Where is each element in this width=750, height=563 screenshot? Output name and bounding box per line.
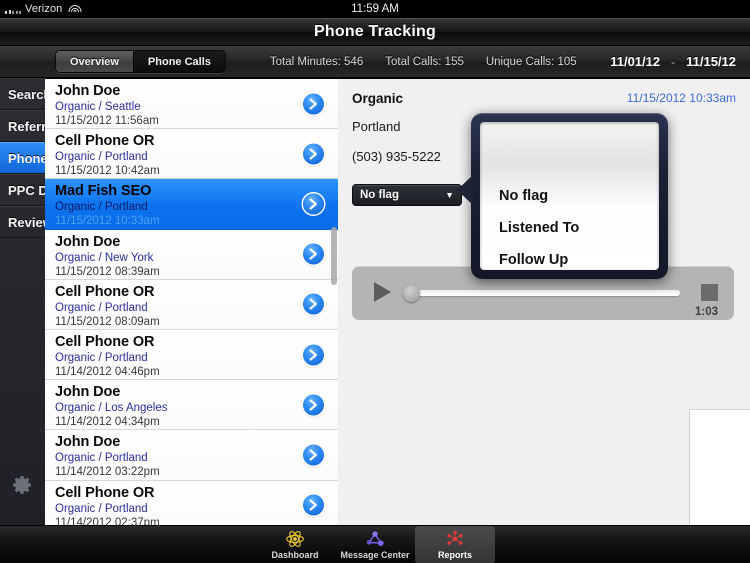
ipad-app-screen: Verizon 11:59 AM Phone Tracking Overview…	[0, 0, 750, 563]
flag-option-follow-up[interactable]: Follow Up	[499, 252, 568, 268]
call-caller-name: John Doe	[55, 384, 121, 401]
date-range-separator: -	[671, 54, 676, 69]
page-title: Phone Tracking	[314, 22, 436, 40]
list-item[interactable]: Cell Phone OR Organic / Portland 11/14/2…	[45, 480, 338, 526]
sidebar-item-search[interactable]: Search	[0, 78, 45, 110]
call-source-city: Organic / Portland	[55, 301, 148, 314]
tab-message-center[interactable]: Message Center	[335, 526, 415, 563]
audio-duration: 1:03	[694, 306, 718, 318]
sidebar-item-reviews[interactable]: Review	[0, 206, 45, 238]
chevron-right-circle-icon[interactable]	[303, 193, 324, 215]
chevron-right-circle-icon[interactable]	[303, 494, 324, 516]
view-segmented-control[interactable]: Overview Phone Calls	[55, 50, 226, 73]
flag-option-listened-to[interactable]: Listened To	[499, 220, 579, 236]
chevron-right-circle-icon[interactable]	[303, 344, 324, 366]
sidebar-item-ppc[interactable]: PPC D	[0, 174, 45, 206]
tab-overview[interactable]: Overview	[56, 51, 134, 72]
tab-dashboard-label: Dashboard	[271, 550, 319, 560]
stop-icon[interactable]	[701, 284, 718, 301]
call-timestamp: 11/14/2012 02:37pm	[55, 516, 160, 526]
list-scrollbar[interactable]	[331, 227, 337, 285]
nav-bar: Phone Tracking	[0, 18, 750, 46]
nodes-purple-icon	[365, 529, 385, 549]
call-caller-name: John Doe	[55, 434, 121, 451]
chevron-right-circle-icon[interactable]	[303, 394, 324, 416]
call-caller-name: Cell Phone OR	[55, 283, 155, 300]
call-source-city: Organic / Portland	[55, 502, 148, 515]
playback-slider-track[interactable]	[407, 290, 680, 296]
tab-reports-label: Reports	[437, 550, 472, 560]
detail-timestamp: 11/15/2012 10:33am	[626, 91, 736, 105]
tab-dashboard[interactable]: Dashboard	[255, 526, 335, 563]
popover-arrow	[457, 175, 473, 205]
status-bar-clock: 11:59 AM	[351, 3, 399, 15]
sidebar-item-referrers[interactable]: Referr	[0, 110, 45, 142]
flag-options-popover[interactable]: No flag Listened To Follow Up	[457, 113, 668, 279]
call-timestamp: 11/14/2012 03:22pm	[55, 466, 160, 479]
stat-total-calls: Total Calls: 155	[385, 55, 464, 68]
call-caller-name: John Doe	[55, 83, 121, 99]
stat-unique-calls: Unique Calls: 105	[485, 55, 577, 68]
list-item[interactable]: Cell Phone OR Organic / Portland 11/15/2…	[45, 279, 338, 330]
call-source-city: Organic / Seattle	[55, 101, 141, 113]
list-item[interactable]: Cell Phone OR Organic / Portland 11/15/2…	[45, 129, 338, 180]
list-item[interactable]: John Doe Organic / Seattle 11/15/2012 11…	[45, 79, 338, 130]
call-timestamp: 11/14/2012 04:34pm	[55, 416, 160, 429]
chevron-right-circle-icon[interactable]	[303, 444, 324, 466]
tab-message-center-label: Message Center	[340, 550, 410, 560]
call-source-city: Organic / Portland	[55, 351, 148, 364]
call-source-city: Organic / New York	[55, 251, 154, 264]
tab-reports[interactable]: Reports	[415, 525, 495, 563]
popover-content: No flag Listened To Follow Up	[480, 122, 659, 270]
call-caller-name: Mad Fish SEO	[55, 183, 152, 200]
tab-bar: Dashboard Message Center Reports	[0, 525, 750, 563]
call-caller-name: Cell Phone OR	[55, 333, 155, 350]
chevron-right-circle-icon[interactable]	[303, 243, 324, 265]
call-timestamp: 11/15/2012 08:39am	[55, 265, 160, 278]
call-source-city: Organic / Portland	[55, 452, 148, 465]
playback-slider-knob[interactable]	[403, 285, 420, 302]
atom-red-icon	[445, 529, 465, 549]
list-item[interactable]: John Doe Organic / New York 11/15/2012 0…	[45, 229, 338, 280]
tab-phone-calls[interactable]: Phone Calls	[133, 51, 225, 72]
call-timestamp: 11/15/2012 10:42am	[55, 165, 160, 178]
summary-stats: Total Minutes: 546 Total Calls: 155 Uniq…	[270, 56, 577, 68]
call-caller-name: Cell Phone OR	[55, 133, 155, 150]
flag-option-no-flag[interactable]: No flag	[499, 188, 548, 204]
sidebar: Search Referr Phone PPC D Review	[0, 78, 45, 525]
call-source-city: Organic / Portland	[55, 151, 148, 164]
call-timestamp: 11/15/2012 08:09am	[55, 315, 160, 328]
chevron-down-icon: ▼	[445, 190, 454, 200]
date-range-picker[interactable]: 11/01/12 - 11/15/12	[610, 54, 736, 69]
stat-total-minutes: Total Minutes: 546	[269, 55, 364, 68]
list-item-selected[interactable]: Mad Fish SEO Organic / Portland 11/15/20…	[45, 179, 338, 230]
chevron-right-circle-icon[interactable]	[303, 93, 324, 115]
call-caller-name: Cell Phone OR	[55, 484, 155, 501]
play-icon[interactable]	[374, 282, 391, 302]
chevron-right-circle-icon[interactable]	[303, 143, 324, 165]
call-timestamp: 11/15/2012 11:56am	[55, 115, 159, 127]
chevron-right-circle-icon[interactable]	[303, 293, 324, 315]
flag-dropdown-value: No flag	[360, 189, 399, 201]
date-from[interactable]: 11/01/12	[610, 54, 660, 69]
list-item[interactable]: John Doe Organic / Los Angeles 11/14/201…	[45, 380, 338, 431]
call-source-city: Organic / Portland	[55, 201, 148, 214]
atom-yellow-icon	[285, 529, 305, 549]
list-item[interactable]: Cell Phone OR Organic / Portland 11/14/2…	[45, 329, 338, 381]
call-list[interactable]: John Doe Organic / Seattle 11/15/2012 11…	[45, 78, 338, 525]
sidebar-item-phone[interactable]: Phone	[0, 142, 45, 174]
call-source-city: Organic / Los Angeles	[55, 402, 168, 415]
flag-dropdown[interactable]: No flag ▼	[352, 184, 462, 206]
gear-icon[interactable]	[10, 473, 34, 497]
status-bar: Verizon 11:59 AM	[0, 0, 750, 18]
toolbar: Overview Phone Calls Total Minutes: 546 …	[0, 46, 750, 78]
call-caller-name: John Doe	[55, 233, 121, 250]
list-item[interactable]: John Doe Organic / Portland 11/14/2012 0…	[45, 430, 338, 481]
call-timestamp: 11/14/2012 04:46pm	[55, 365, 160, 378]
call-timestamp: 11/15/2012 10:33am	[55, 215, 160, 228]
date-to[interactable]: 11/15/12	[686, 54, 736, 69]
